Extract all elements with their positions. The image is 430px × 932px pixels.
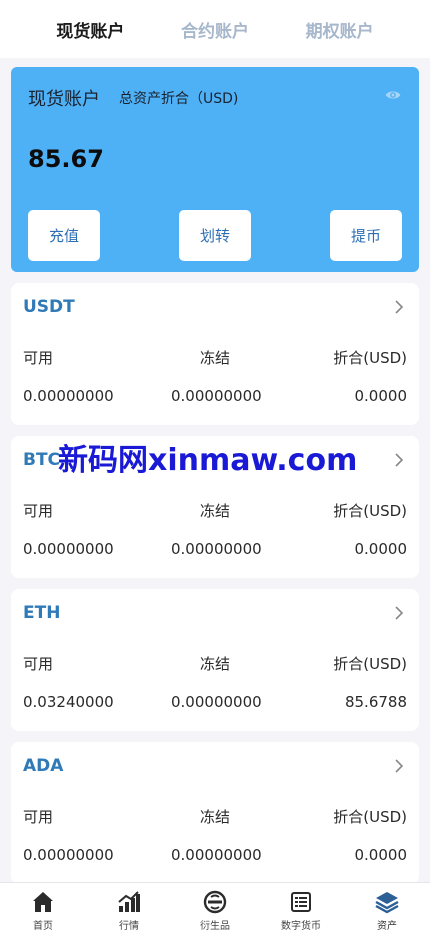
chevron-right-icon xyxy=(395,453,404,467)
available-value: 0.03240000 xyxy=(23,693,114,711)
available-label: 可用 xyxy=(23,655,54,673)
available-label: 可用 xyxy=(23,502,54,520)
usd-value: 0.0000 xyxy=(354,387,408,405)
usd-value: 0.0000 xyxy=(354,540,408,558)
coin-name: BTC xyxy=(23,450,61,470)
coin-name: USDT xyxy=(23,297,75,317)
usd-value: 0.0000 xyxy=(354,846,408,864)
transfer-button[interactable]: 划转 xyxy=(179,210,251,261)
frozen-value: 0.00000000 xyxy=(171,387,262,405)
layers-icon xyxy=(375,892,399,914)
frozen-label: 冻结 xyxy=(199,502,230,520)
available-value: 0.00000000 xyxy=(23,846,114,864)
chart-icon xyxy=(118,891,140,912)
coin-name: ETH xyxy=(23,603,61,623)
nav-market[interactable]: 行情 xyxy=(86,883,172,932)
frozen-value: 0.00000000 xyxy=(171,693,262,711)
home-icon xyxy=(33,892,53,912)
nav-assets[interactable]: 资产 xyxy=(344,883,430,932)
asset-card-usdt[interactable]: USDT 可用 冻结 折合(USD) 0.00000000 0.00000000… xyxy=(11,283,419,425)
eye-icon[interactable] xyxy=(385,87,401,103)
summary-subtitle: 总资产折合（USD) xyxy=(119,91,239,107)
usd-value: 85.6788 xyxy=(344,693,407,711)
chevron-right-icon xyxy=(395,606,404,620)
available-value: 0.00000000 xyxy=(23,540,114,558)
nav-label: 衍生品 xyxy=(200,921,230,932)
frozen-value: 0.00000000 xyxy=(171,540,262,558)
tab-options-account[interactable]: 期权账户 xyxy=(306,17,374,42)
available-value: 0.00000000 xyxy=(23,387,114,405)
usd-label: 折合(USD) xyxy=(333,808,407,826)
total-asset-value: 85.67 xyxy=(28,145,104,173)
tab-spot-account[interactable]: 现货账户 xyxy=(56,17,124,42)
withdraw-button[interactable]: 提币 xyxy=(330,210,402,261)
derivatives-icon xyxy=(203,890,227,914)
watermark: 新码网xinmaw.com xyxy=(58,443,358,478)
frozen-label: 冻结 xyxy=(199,349,230,367)
list-icon xyxy=(291,892,311,912)
nav-digital-currency[interactable]: 数字货币 xyxy=(258,883,344,932)
nav-label: 行情 xyxy=(119,921,139,932)
nav-derivatives[interactable]: 衍生品 xyxy=(172,883,258,932)
usd-label: 折合(USD) xyxy=(333,502,407,520)
frozen-value: 0.00000000 xyxy=(171,846,262,864)
chevron-right-icon xyxy=(395,300,404,314)
asset-summary-card: 现货账户 总资产折合（USD) 85.67 充值 划转 提币 xyxy=(11,67,419,272)
bottom-nav: 首页 行情 衍生品 数字货币 资产 xyxy=(0,882,430,932)
coin-name: ADA xyxy=(23,756,64,776)
asset-card-eth[interactable]: ETH 可用 冻结 折合(USD) 0.03240000 0.00000000 … xyxy=(11,589,419,731)
tab-contract-account[interactable]: 合约账户 xyxy=(181,17,249,42)
nav-label: 数字货币 xyxy=(281,921,321,932)
usd-label: 折合(USD) xyxy=(333,655,407,673)
nav-home[interactable]: 首页 xyxy=(0,883,86,932)
frozen-label: 冻结 xyxy=(199,808,230,826)
available-label: 可用 xyxy=(23,808,54,826)
available-label: 可用 xyxy=(23,349,54,367)
usd-label: 折合(USD) xyxy=(333,349,407,367)
summary-title: 现货账户 xyxy=(28,89,100,110)
account-tabs: 现货账户 合约账户 期权账户 xyxy=(0,0,430,58)
nav-label: 首页 xyxy=(33,921,53,932)
deposit-button[interactable]: 充值 xyxy=(28,210,100,261)
nav-label: 资产 xyxy=(377,921,397,932)
asset-card-ada[interactable]: ADA 可用 冻结 折合(USD) 0.00000000 0.00000000 … xyxy=(11,742,419,884)
chevron-right-icon xyxy=(395,759,404,773)
frozen-label: 冻结 xyxy=(199,655,230,673)
